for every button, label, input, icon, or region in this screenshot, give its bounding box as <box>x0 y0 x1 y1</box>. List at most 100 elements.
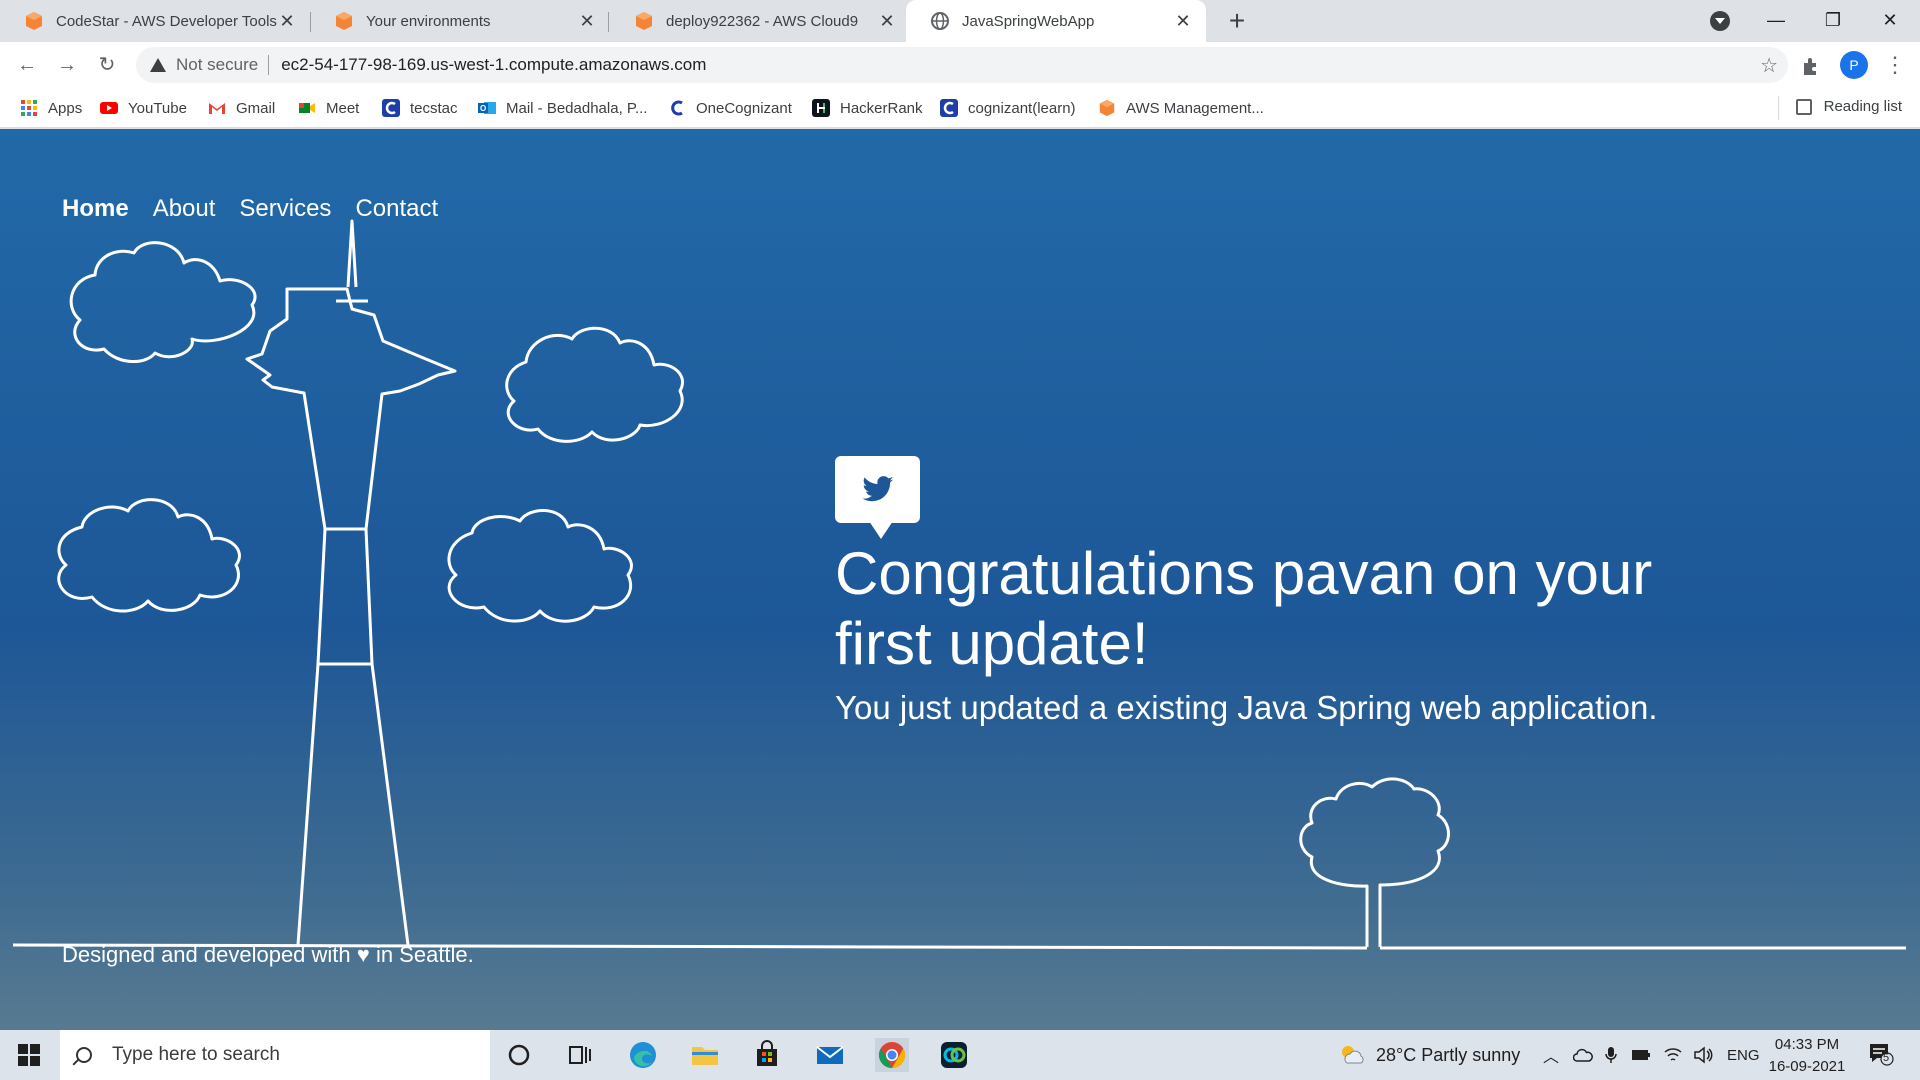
weather-widget[interactable]: 28°C Partly sunny <box>1338 1030 1520 1080</box>
tab-close-icon[interactable]: ✕ <box>278 11 296 32</box>
minimize-icon[interactable]: — <box>1748 0 1804 42</box>
system-tray-icons: ︿ ENG <box>1543 1030 1760 1080</box>
globe-icon <box>931 12 949 30</box>
security-label[interactable]: Not secure <box>176 55 258 75</box>
search-placeholder: Type here to search <box>112 1044 280 1065</box>
new-tab-button[interactable]: + <box>1220 4 1254 38</box>
bookmark-aws-management[interactable]: AWS Management... <box>1098 98 1264 118</box>
edge-browser-icon[interactable] <box>626 1038 660 1072</box>
tab-javaspringwebapp[interactable]: JavaSpringWebApp ✕ <box>906 0 1206 42</box>
cortana-icon[interactable] <box>502 1038 536 1072</box>
cloud <box>69 241 257 364</box>
bookmark-label: Apps <box>48 99 83 117</box>
warning-icon[interactable] <box>150 58 166 72</box>
mail-icon[interactable] <box>813 1038 847 1072</box>
space-needle-waist <box>318 527 372 666</box>
bookmark-label: YouTube <box>128 99 187 117</box>
aws-cube-icon <box>26 12 42 30</box>
bookmark-apps[interactable]: Apps <box>20 98 82 118</box>
bookmark-star-icon[interactable]: ☆ <box>1760 53 1778 78</box>
nav-services[interactable]: Services <box>239 195 331 223</box>
bookmark-youtube[interactable]: YouTube <box>100 98 187 118</box>
tab-close-icon[interactable]: ✕ <box>578 11 596 32</box>
address-bar[interactable]: Not secure ec2-54-177-98-169.us-west-1.c… <box>136 47 1788 83</box>
taskbar-clock[interactable]: 04:33 PM 16-09-2021 <box>1762 1034 1852 1078</box>
chevron-up-icon[interactable]: ︿ <box>1543 1043 1559 1067</box>
file-explorer-icon[interactable] <box>688 1038 722 1072</box>
c-logo-icon <box>940 99 958 117</box>
tab-title: CodeStar - AWS Developer Tools <box>56 12 277 30</box>
tab-close-icon[interactable]: ✕ <box>878 11 896 32</box>
space-needle-outline <box>245 287 457 946</box>
bookmark-mail[interactable]: O Mail - Bedadhala, P... <box>478 98 647 118</box>
bookmark-label: Mail - Bedadhala, P... <box>506 99 648 117</box>
nav-contact[interactable]: Contact <box>355 195 438 223</box>
nav-home[interactable]: Home <box>62 195 129 223</box>
browser-toolbar: ← → ↻ Not secure ec2-54-177-98-169.us-we… <box>0 42 1920 88</box>
chrome-icon[interactable] <box>875 1038 909 1072</box>
clock-time: 04:33 PM <box>1774 1036 1840 1053</box>
task-view-icon[interactable] <box>563 1038 597 1072</box>
reading-list-label: Reading list <box>1823 98 1902 115</box>
notification-center-icon[interactable]: 5 <box>1868 1042 1894 1066</box>
tab-search-icon[interactable] <box>1710 11 1730 31</box>
tab-codestar[interactable]: CodeStar - AWS Developer Tools ✕ <box>0 0 310 42</box>
reading-list-button[interactable]: Reading list <box>1795 98 1902 115</box>
tab-your-environments[interactable]: Your environments ✕ <box>310 0 610 42</box>
webex-icon[interactable] <box>937 1038 971 1072</box>
search-icon <box>76 1047 92 1063</box>
bookmarks-bar: Apps YouTube Gmail Meet tecstac O Mail -… <box>0 88 1920 128</box>
profile-avatar[interactable]: P <box>1840 51 1868 79</box>
bookmark-gmail[interactable]: Gmail <box>208 98 275 118</box>
menu-kebab-icon[interactable]: ⋮ <box>1880 50 1910 80</box>
microphone-icon[interactable] <box>1605 1046 1617 1064</box>
bookmark-hackerrank[interactable]: HackerRank <box>812 98 923 118</box>
twitter-bird-icon <box>862 476 894 502</box>
microsoft-store-icon[interactable] <box>750 1038 784 1072</box>
headline: Congratulations pavan on your first upda… <box>835 540 1653 677</box>
youtube-icon <box>100 102 118 114</box>
extensions-puzzle-icon[interactable] <box>1800 55 1822 77</box>
aws-cube-icon <box>636 12 652 30</box>
tab-title: JavaSpringWebApp <box>962 12 1095 30</box>
wifi-icon[interactable] <box>1663 1046 1683 1064</box>
tab-close-icon[interactable]: ✕ <box>1174 11 1192 32</box>
bookmarks-divider <box>1778 96 1779 120</box>
close-window-icon[interactable]: ✕ <box>1862 0 1918 42</box>
bookmark-cognizant-learn[interactable]: cognizant(learn) <box>940 98 1076 118</box>
bookmark-label: AWS Management... <box>1126 99 1264 117</box>
partly-sunny-icon <box>1342 1046 1364 1064</box>
bookmark-meet[interactable]: Meet <box>298 98 359 118</box>
bookmark-label: Gmail <box>236 99 276 117</box>
forward-icon[interactable]: → <box>52 50 82 80</box>
taskbar-search-box[interactable]: Type here to search <box>60 1030 490 1080</box>
restore-icon[interactable]: ❐ <box>1805 0 1861 42</box>
bookmark-label: Meet <box>326 99 360 117</box>
cloud <box>447 508 633 623</box>
tab-cloud9[interactable]: deploy922362 - AWS Cloud9 ✕ <box>610 0 910 42</box>
outlook-icon: O <box>478 102 496 114</box>
aws-cube-icon <box>336 12 352 30</box>
windows-start-icon[interactable] <box>18 1044 40 1066</box>
back-icon[interactable]: ← <box>12 50 42 80</box>
twitter-speech-bubble[interactable] <box>835 456 920 539</box>
bookmark-onecognizant[interactable]: OneCognizant <box>668 98 792 118</box>
url-text[interactable]: ec2-54-177-98-169.us-west-1.compute.amaz… <box>281 55 706 75</box>
svg-text:O: O <box>480 104 486 113</box>
tab-title: deploy922362 - AWS Cloud9 <box>666 12 859 30</box>
reload-icon[interactable]: ↻ <box>92 50 122 80</box>
windows-taskbar: Type here to search 28°C Partly sunny ︿ … <box>0 1030 1920 1080</box>
c-logo-icon <box>382 99 400 117</box>
language-indicator[interactable]: ENG <box>1727 1047 1760 1064</box>
nav-about[interactable]: About <box>153 195 216 223</box>
bookmark-tecstac[interactable]: tecstac <box>382 98 458 118</box>
battery-icon[interactable] <box>1631 1049 1651 1061</box>
address-divider <box>268 55 270 75</box>
meet-icon <box>299 103 315 113</box>
weather-text: 28°C Partly sunny <box>1376 1044 1521 1065</box>
onedrive-icon[interactable] <box>1573 1048 1593 1062</box>
notification-count: 5 <box>1883 1052 1890 1064</box>
cloud <box>57 498 241 613</box>
volume-icon[interactable] <box>1693 1046 1713 1064</box>
tab-divider <box>608 12 609 32</box>
